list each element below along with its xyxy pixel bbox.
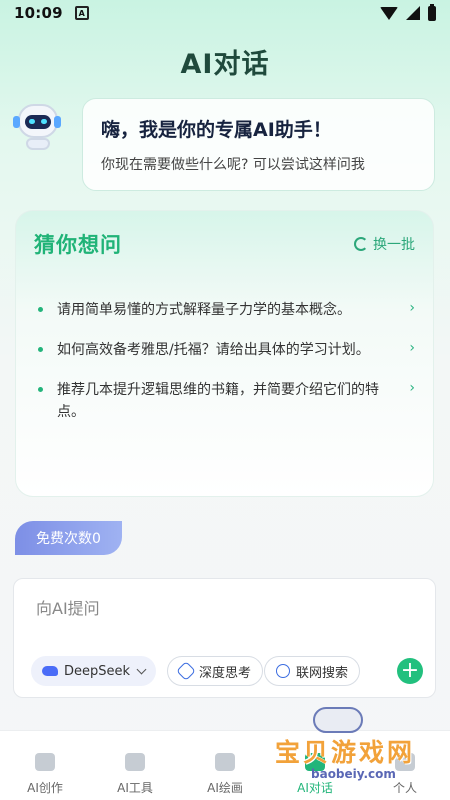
palette-icon — [215, 753, 235, 771]
deep-think-label: 深度思考 — [199, 665, 252, 681]
robot-head — [18, 104, 58, 138]
notification-icon: A — [74, 6, 89, 20]
watermark-title: 宝贝游戏网 — [275, 738, 416, 767]
signal-icon — [406, 6, 420, 20]
composer: DeepSeek 深度思考 联网搜索 + — [13, 578, 436, 698]
web-search-toggle[interactable]: 联网搜索 — [264, 656, 361, 686]
web-search-label: 联网搜索 — [296, 665, 349, 681]
refresh-label: 换一批 — [373, 237, 415, 253]
chevron-right-icon: › — [409, 340, 415, 356]
home-icon — [35, 753, 55, 771]
suggestion-text: 请用简单易懂的方式解释量子力学的基本概念。 — [57, 302, 351, 318]
game-controller-icon — [313, 707, 363, 733]
suggestions-header: 猜你想问 换一批 — [34, 229, 415, 259]
suggestions-title: 猜你想问 — [34, 233, 122, 257]
refresh-button[interactable]: 换一批 — [354, 234, 415, 254]
suggestion-item[interactable]: 请用简单易懂的方式解释量子力学的基本概念。 › — [34, 299, 415, 321]
watermark-url: baobeiy.com — [311, 767, 396, 781]
wifi-icon — [380, 6, 398, 20]
tab-label: AI绘画 — [207, 781, 243, 795]
status-bar: 10:09 A — [0, 0, 450, 26]
ask-input[interactable] — [36, 599, 416, 618]
deepseek-whale-icon — [42, 666, 58, 676]
tab-ai-paint[interactable]: AI绘画 — [180, 731, 270, 800]
add-button[interactable]: + — [397, 658, 423, 684]
refresh-icon — [354, 237, 368, 251]
tab-label: AI工具 — [117, 781, 153, 795]
robot-avatar-icon — [10, 98, 64, 152]
status-time: 10:09 — [14, 4, 63, 22]
suggestion-item[interactable]: 推荐几本提升逻辑思维的书籍，并简要介绍它们的特点。 › — [34, 379, 415, 423]
globe-icon — [276, 664, 290, 678]
page-title: AI对话 — [180, 49, 270, 80]
bullet-icon — [38, 387, 43, 392]
model-selector[interactable]: DeepSeek — [31, 656, 157, 686]
chevron-right-icon: › — [409, 300, 415, 316]
tab-ai-tools[interactable]: AI工具 — [90, 731, 180, 800]
bullet-icon — [38, 347, 43, 352]
suggestion-text: 推荐几本提升逻辑思维的书籍，并简要介绍它们的特点。 — [57, 382, 379, 420]
greeting-card: 嗨，我是你的专属AI助手！ 你现在需要做些什么呢? 可以尝试这样问我 — [82, 98, 435, 191]
suggestion-text: 如何高效备考雅思/托福？请给出具体的学习计划。 — [57, 342, 370, 358]
atom-icon — [176, 661, 196, 681]
chevron-right-icon: › — [409, 380, 415, 396]
tab-label: AI创作 — [27, 781, 63, 795]
bullet-icon — [38, 307, 43, 312]
chevron-down-icon — [136, 664, 147, 674]
watermark: 宝贝游戏网 baobeiy.com — [275, 705, 435, 785]
status-icons — [380, 3, 436, 21]
greeting-subtitle: 你现在需要做些什么呢? 可以尝试这样问我 — [101, 157, 365, 173]
deep-think-toggle[interactable]: 深度思考 — [167, 656, 264, 686]
toolbox-icon — [125, 753, 145, 771]
battery-icon — [428, 3, 436, 21]
tab-ai-create[interactable]: AI创作 — [0, 731, 90, 800]
model-label: DeepSeek — [64, 663, 131, 679]
suggestion-item[interactable]: 如何高效备考雅思/托福？请给出具体的学习计划。 › — [34, 339, 415, 361]
suggestion-list: 请用简单易懂的方式解释量子力学的基本概念。 › 如何高效备考雅思/托福？请给出具… — [34, 299, 415, 423]
suggestions-card: 猜你想问 换一批 请用简单易懂的方式解释量子力学的基本概念。 › 如何高效备考雅… — [15, 210, 434, 497]
free-quota-badge: 免费次数0 — [15, 521, 122, 555]
greeting-title: 嗨，我是你的专属AI助手！ — [101, 119, 332, 141]
